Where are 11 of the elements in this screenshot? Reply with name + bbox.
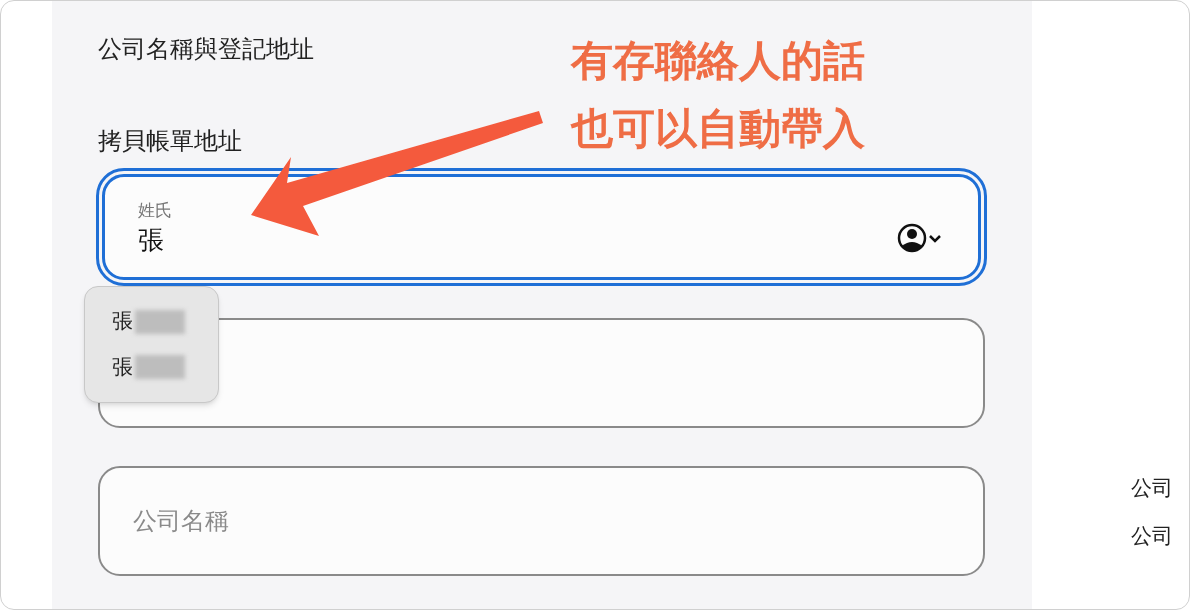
field-label: 姓氏 [138,199,173,222]
section-title: 公司名稱與登記地址 [98,34,314,65]
autofill-item[interactable]: 張 [112,351,218,383]
field-placeholder: 公司名稱 [133,506,230,537]
annotation-text: 有存聯絡人的話 [571,35,865,87]
copy-billing-address-label: 拷貝帳單地址 [98,126,242,157]
side-list-item: 公司 [1131,475,1173,502]
side-list-item: 公司 [1131,522,1173,550]
annotation-text: 也可以自動帶入 [571,103,865,155]
field-value: 張 [138,223,165,256]
autofill-item[interactable]: 張 [112,306,218,338]
